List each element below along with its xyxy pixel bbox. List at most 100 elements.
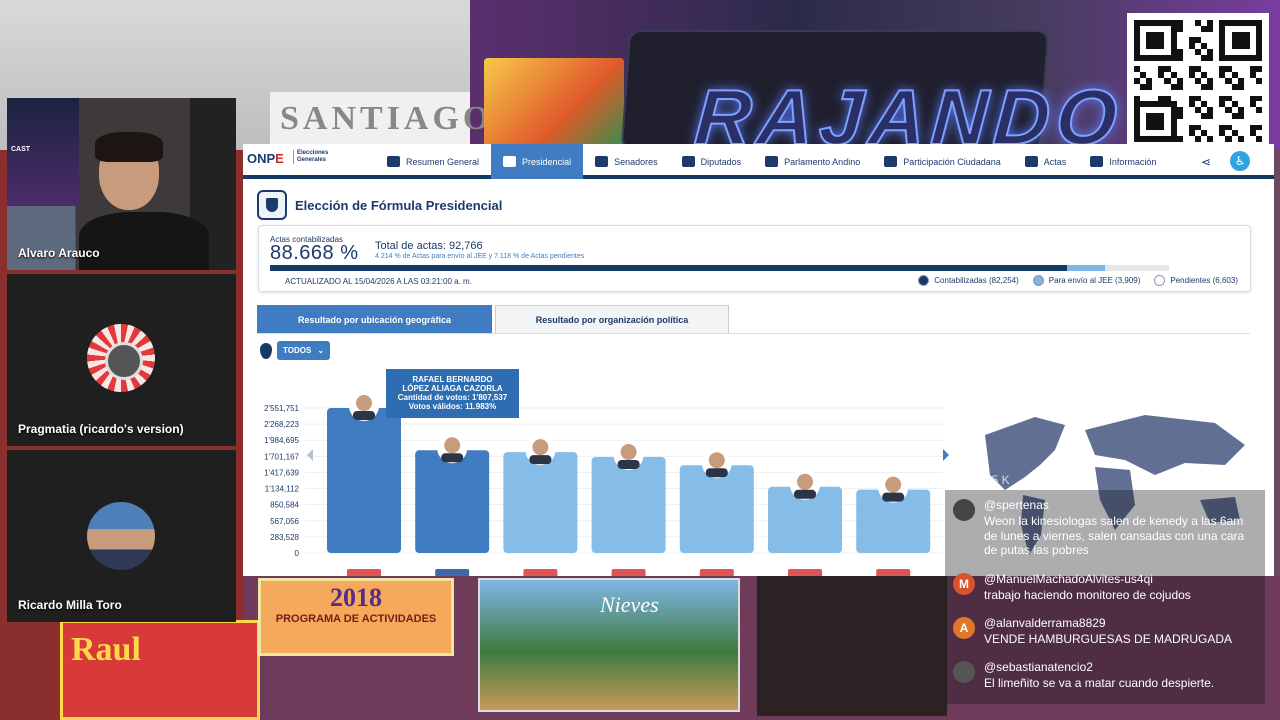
nav-item-diputados[interactable]: Diputados bbox=[670, 144, 754, 179]
bar-candidate[interactable] bbox=[503, 452, 578, 553]
bar-candidate[interactable] bbox=[591, 456, 666, 553]
nav-label: Presidencial bbox=[522, 156, 572, 167]
page-header: Elección de Fórmula Presidencial bbox=[257, 190, 502, 220]
poster-2018: 2018 PROGRAMA DE ACTIVIDADES bbox=[258, 578, 454, 656]
chat-text: trabajo haciendo monitoreo de cojudos bbox=[984, 588, 1191, 602]
avatar[interactable] bbox=[953, 499, 975, 521]
nav-item-actas[interactable]: Actas bbox=[1013, 144, 1079, 179]
candidate-face bbox=[532, 439, 549, 456]
poster-religious bbox=[757, 576, 947, 716]
avatar[interactable]: M bbox=[953, 573, 975, 595]
tooltip-name: RAFAEL BERNARDO LÓPEZ ALIAGA CAZORLA bbox=[402, 375, 503, 393]
y-tick-label: 1'417,639 bbox=[264, 468, 299, 477]
party-logo bbox=[788, 569, 822, 576]
coat-of-arms-icon bbox=[257, 190, 287, 220]
nav-item-informaci-n[interactable]: Información bbox=[1078, 144, 1168, 179]
candidate-suit bbox=[705, 468, 728, 478]
participant-tile-ricardo[interactable]: Ricardo Milla Toro bbox=[7, 450, 236, 622]
y-tick-label: 567,056 bbox=[270, 517, 299, 526]
y-tick-label: 1'984,695 bbox=[264, 436, 299, 445]
y-tick-label: 2'268,223 bbox=[264, 420, 299, 429]
updated-timestamp: ACTUALIZADO AL 15/04/2026 A LAS 03:21:00… bbox=[285, 277, 472, 286]
location-pin-icon bbox=[260, 342, 272, 359]
chevron-left-icon bbox=[307, 449, 313, 461]
group-icon bbox=[884, 156, 898, 167]
nav-label: Parlamento Andino bbox=[784, 156, 861, 167]
nav-label: Actas bbox=[1043, 156, 1067, 167]
poster-raul: Raul bbox=[60, 620, 260, 720]
avatar[interactable]: A bbox=[953, 617, 975, 639]
bar-candidate[interactable] bbox=[415, 450, 490, 553]
location-dropdown-value: TODOS bbox=[283, 346, 312, 355]
nav-item-presidencial[interactable]: Presidencial bbox=[491, 144, 584, 179]
party-logo bbox=[347, 569, 381, 576]
tab-political-org[interactable]: Resultado por organización política bbox=[495, 305, 729, 333]
legend-dot bbox=[1154, 275, 1166, 286]
progress-counted bbox=[270, 265, 1067, 271]
checkbox-icon bbox=[1024, 156, 1038, 167]
actas-breakdown: 4.214 % de Actas para envío al JEE y 7.1… bbox=[375, 253, 585, 260]
candidate-suit bbox=[441, 453, 464, 463]
legend-item: Pendientes (6,603) bbox=[1154, 275, 1238, 286]
onpe-logo[interactable]: ONPE Elecciones Generales bbox=[247, 148, 337, 175]
wall-sign: SANTIAGO bbox=[270, 92, 489, 150]
people-icon bbox=[595, 156, 609, 167]
legend-label: Para envío al JEE (3,909) bbox=[1048, 276, 1141, 285]
share-icon[interactable]: ⋖ bbox=[1201, 155, 1211, 169]
accessibility-icon[interactable]: ♿ bbox=[1230, 151, 1250, 171]
tab-geographic[interactable]: Resultado por ubicación geográfica bbox=[257, 305, 492, 333]
page-title: Elección de Fórmula Presidencial bbox=[295, 197, 503, 213]
viewer-count: 15 K bbox=[985, 473, 1010, 487]
nav-item-participaci-n-ciudadana[interactable]: Participación Ciudadana bbox=[872, 144, 1013, 179]
chat-username[interactable]: @ManuelMachadoAlvites-us4qi bbox=[984, 572, 1153, 586]
y-tick-label: 0 bbox=[295, 549, 300, 558]
nav-item-parlamento-andino[interactable]: Parlamento Andino bbox=[753, 144, 872, 179]
candidate-face bbox=[885, 476, 902, 493]
location-dropdown[interactable]: TODOS ⌄ bbox=[277, 341, 331, 360]
nav-label: Senadores bbox=[614, 156, 658, 167]
neon-sign: RAJANDO bbox=[620, 30, 1127, 162]
top-navbar: ONPE Elecciones Generales Resumen Genera… bbox=[243, 144, 1274, 179]
participant-name: Alvaro Arauco bbox=[18, 246, 100, 260]
candidate-suit bbox=[529, 455, 552, 465]
building-icon bbox=[681, 156, 695, 167]
avatar[interactable] bbox=[953, 661, 975, 683]
location-filter: TODOS ⌄ bbox=[260, 341, 331, 360]
legend-dot bbox=[1032, 275, 1044, 286]
party-logo bbox=[611, 569, 646, 576]
legend-label: Contabilizadas (82,254) bbox=[934, 276, 1019, 285]
podcast-logo: CAST bbox=[7, 98, 79, 206]
chat-username[interactable]: @sebastianatencio2 bbox=[984, 660, 1093, 674]
nav-item-resumen-general[interactable]: Resumen General bbox=[375, 144, 491, 179]
chat-username[interactable]: @spertenas bbox=[984, 498, 1049, 512]
candidate-face bbox=[708, 452, 725, 469]
candidate-face bbox=[620, 443, 637, 460]
actas-progress-bar bbox=[270, 265, 1169, 271]
candidate-suit bbox=[617, 459, 640, 469]
result-tabs: Resultado por ubicación geográfica Resul… bbox=[257, 305, 1250, 334]
legend-item: Para envío al JEE (3,909) bbox=[1032, 275, 1141, 286]
nav-label: Participación Ciudadana bbox=[903, 156, 1001, 167]
chat-username[interactable]: @alanvalderrama8829 bbox=[984, 616, 1106, 630]
candidate-suit bbox=[794, 489, 816, 499]
y-tick-label: 1'701,167 bbox=[264, 452, 299, 461]
bar-candidate[interactable] bbox=[327, 408, 401, 553]
live-chat: @spertenas Weon la kinesiologas salen de … bbox=[945, 490, 1265, 704]
progress-jee bbox=[1067, 265, 1105, 271]
party-logo bbox=[435, 569, 470, 576]
bar-candidate[interactable] bbox=[679, 465, 754, 553]
document-icon bbox=[1090, 156, 1104, 167]
party-logo bbox=[699, 569, 734, 576]
actas-total: Total de actas: 92,766 bbox=[375, 240, 483, 252]
legend-label: Pendientes (6,603) bbox=[1170, 276, 1238, 285]
nav-label: Resumen General bbox=[406, 156, 480, 167]
main-nav: Resumen General Presidencial Senadores Dipu… bbox=[375, 144, 1168, 179]
poster-nieves: Nieves bbox=[478, 578, 740, 712]
participant-tile-pragmatia[interactable]: Pragmatia (ricardo's version) bbox=[7, 274, 236, 446]
participant-tile-alvaro[interactable]: CAST Alvaro Arauco bbox=[7, 98, 236, 270]
legend-dot bbox=[918, 275, 930, 286]
seal-icon bbox=[503, 156, 517, 167]
nav-label: Información bbox=[1109, 156, 1157, 167]
avatar bbox=[87, 324, 155, 392]
nav-item-senadores[interactable]: Senadores bbox=[583, 144, 670, 179]
